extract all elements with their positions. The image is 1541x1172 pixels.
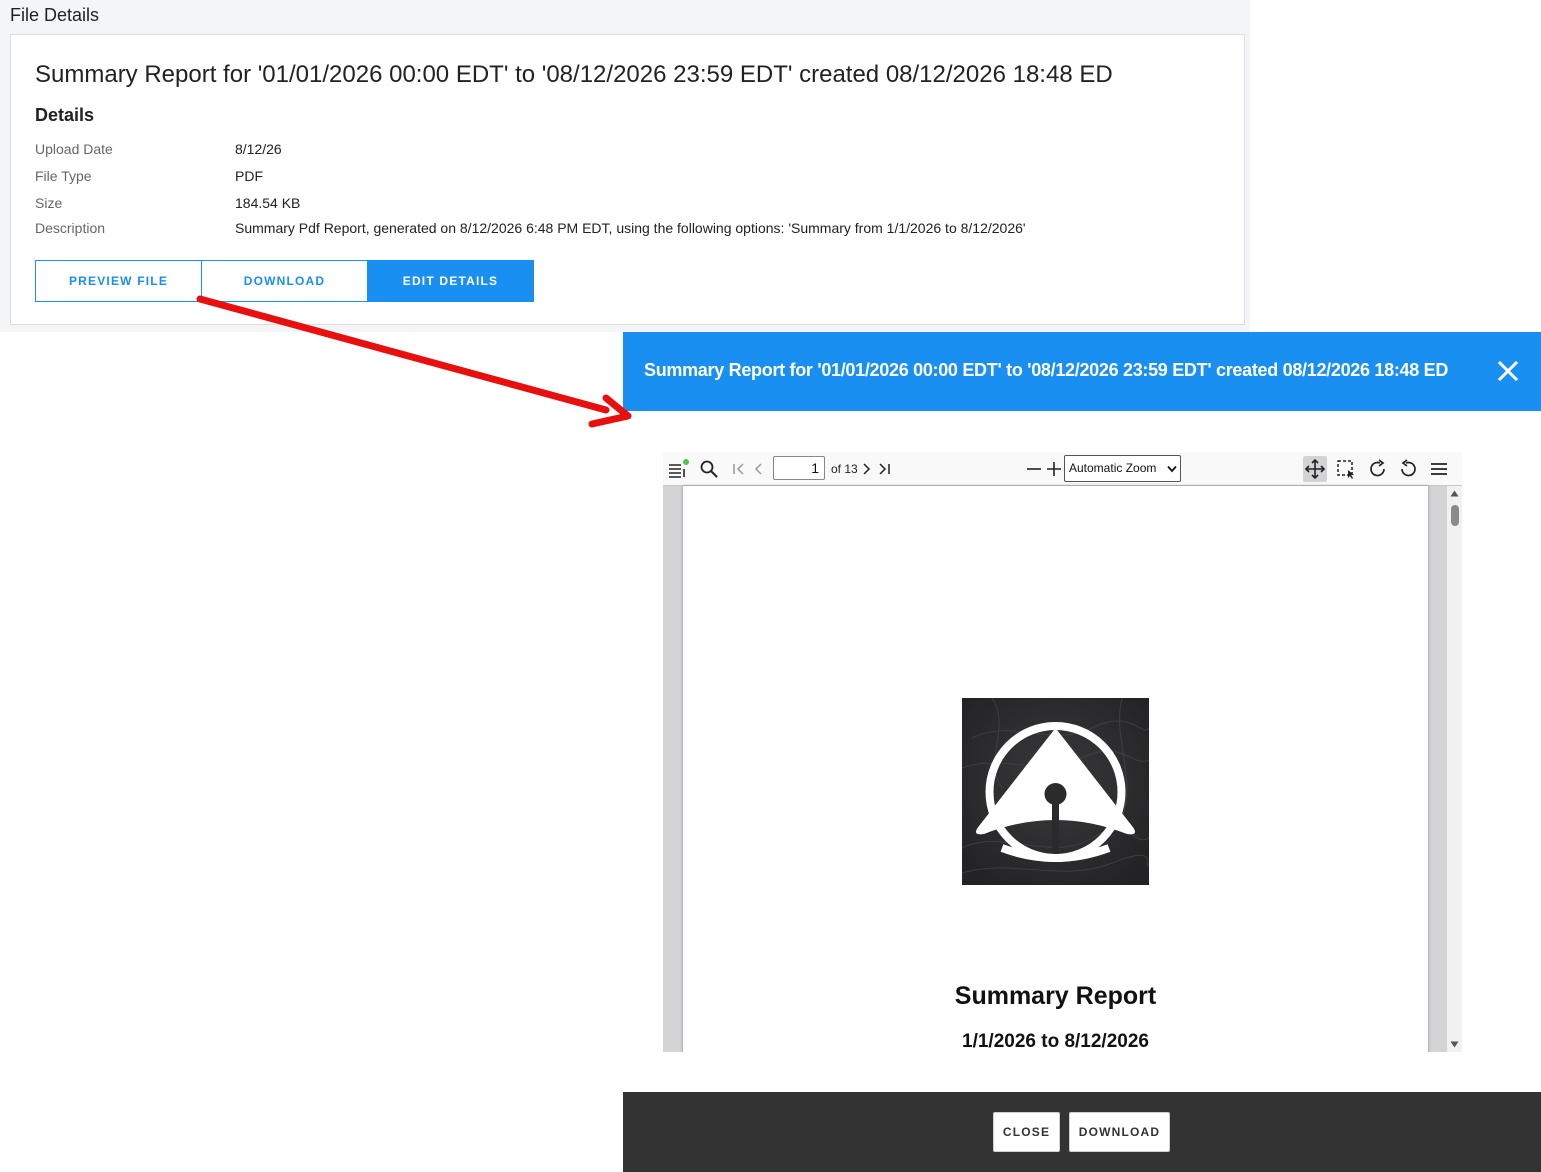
section-title: File Details xyxy=(10,5,100,25)
file-title: Summary Report for '01/01/2026 00:00 EDT… xyxy=(35,61,1113,88)
modal-download-button[interactable]: DOWNLOAD xyxy=(1069,1112,1170,1152)
previous-page-icon[interactable] xyxy=(751,458,765,480)
rotate-counterclockwise-icon[interactable] xyxy=(1397,458,1419,480)
pdf-toolbar: 1 of 13 Automatic Zoom xyxy=(663,452,1462,486)
file-details-section: File Details Summary Report for '01/01/2… xyxy=(0,0,1250,332)
document-title: Summary Report xyxy=(954,982,1157,1010)
detail-value: PDF xyxy=(235,168,263,184)
zoom-in-icon[interactable] xyxy=(1045,458,1063,480)
chevron-down-icon xyxy=(1167,465,1177,473)
zoom-out-icon[interactable] xyxy=(1025,458,1043,480)
close-icon[interactable] xyxy=(1497,360,1519,382)
scroll-up-icon[interactable] xyxy=(1450,490,1459,497)
details-heading: Details xyxy=(35,105,95,125)
scroll-down-icon[interactable] xyxy=(1450,1041,1459,1048)
page-count: of 13 xyxy=(831,462,858,476)
detail-label: Size xyxy=(35,195,63,211)
detail-value: 184.54 KB xyxy=(235,195,301,211)
download-button[interactable]: DOWNLOAD xyxy=(201,260,368,302)
action-buttons: PREVIEW FILE DOWNLOAD EDIT DETAILS xyxy=(35,260,534,302)
pdf-viewer: 1 of 13 Automatic Zoom Summary Report 1/… xyxy=(663,452,1462,1052)
tools-menu-icon[interactable] xyxy=(1429,458,1449,480)
first-page-icon[interactable] xyxy=(731,458,747,480)
pdf-scrollbar[interactable] xyxy=(1447,486,1462,1052)
next-page-icon[interactable] xyxy=(860,458,874,480)
edit-details-button[interactable]: EDIT DETAILS xyxy=(367,260,534,302)
last-page-icon[interactable] xyxy=(877,458,893,480)
pdf-page-area[interactable]: Summary Report 1/1/2026 to 8/12/2026 xyxy=(663,486,1462,1052)
hand-tool-icon[interactable] xyxy=(1303,456,1327,482)
preview-modal-footer: CLOSE DOWNLOAD xyxy=(623,1092,1541,1172)
company-logo xyxy=(962,698,1149,885)
modal-title: Summary Report for '01/01/2026 00:00 EDT… xyxy=(644,360,1449,380)
rotate-clockwise-icon[interactable] xyxy=(1367,458,1389,480)
document-date-range: 1/1/2026 to 8/12/2026 xyxy=(962,1031,1149,1052)
find-icon[interactable] xyxy=(698,458,720,480)
scroll-thumb[interactable] xyxy=(1451,505,1459,526)
zoom-select[interactable]: Automatic Zoom xyxy=(1064,455,1181,482)
sidebar-toggle-icon[interactable] xyxy=(667,458,689,480)
page-number-input[interactable]: 1 xyxy=(773,456,825,480)
close-button[interactable]: CLOSE xyxy=(993,1112,1060,1152)
preview-file-button[interactable]: PREVIEW FILE xyxy=(35,260,202,302)
file-details-card: Summary Report for '01/01/2026 00:00 EDT… xyxy=(10,34,1245,325)
detail-label: File Type xyxy=(35,168,92,184)
detail-label: Description xyxy=(35,220,106,236)
select-tool-icon[interactable] xyxy=(1335,458,1357,480)
detail-value: Summary Pdf Report, generated on 8/12/20… xyxy=(235,220,1026,236)
preview-modal-header: Summary Report for '01/01/2026 00:00 EDT… xyxy=(623,332,1541,411)
detail-value: 8/12/26 xyxy=(235,141,282,157)
zoom-select-value: Automatic Zoom xyxy=(1069,461,1157,475)
pdf-page: Summary Report 1/1/2026 to 8/12/2026 xyxy=(683,486,1428,1052)
detail-label: Upload Date xyxy=(35,141,113,157)
